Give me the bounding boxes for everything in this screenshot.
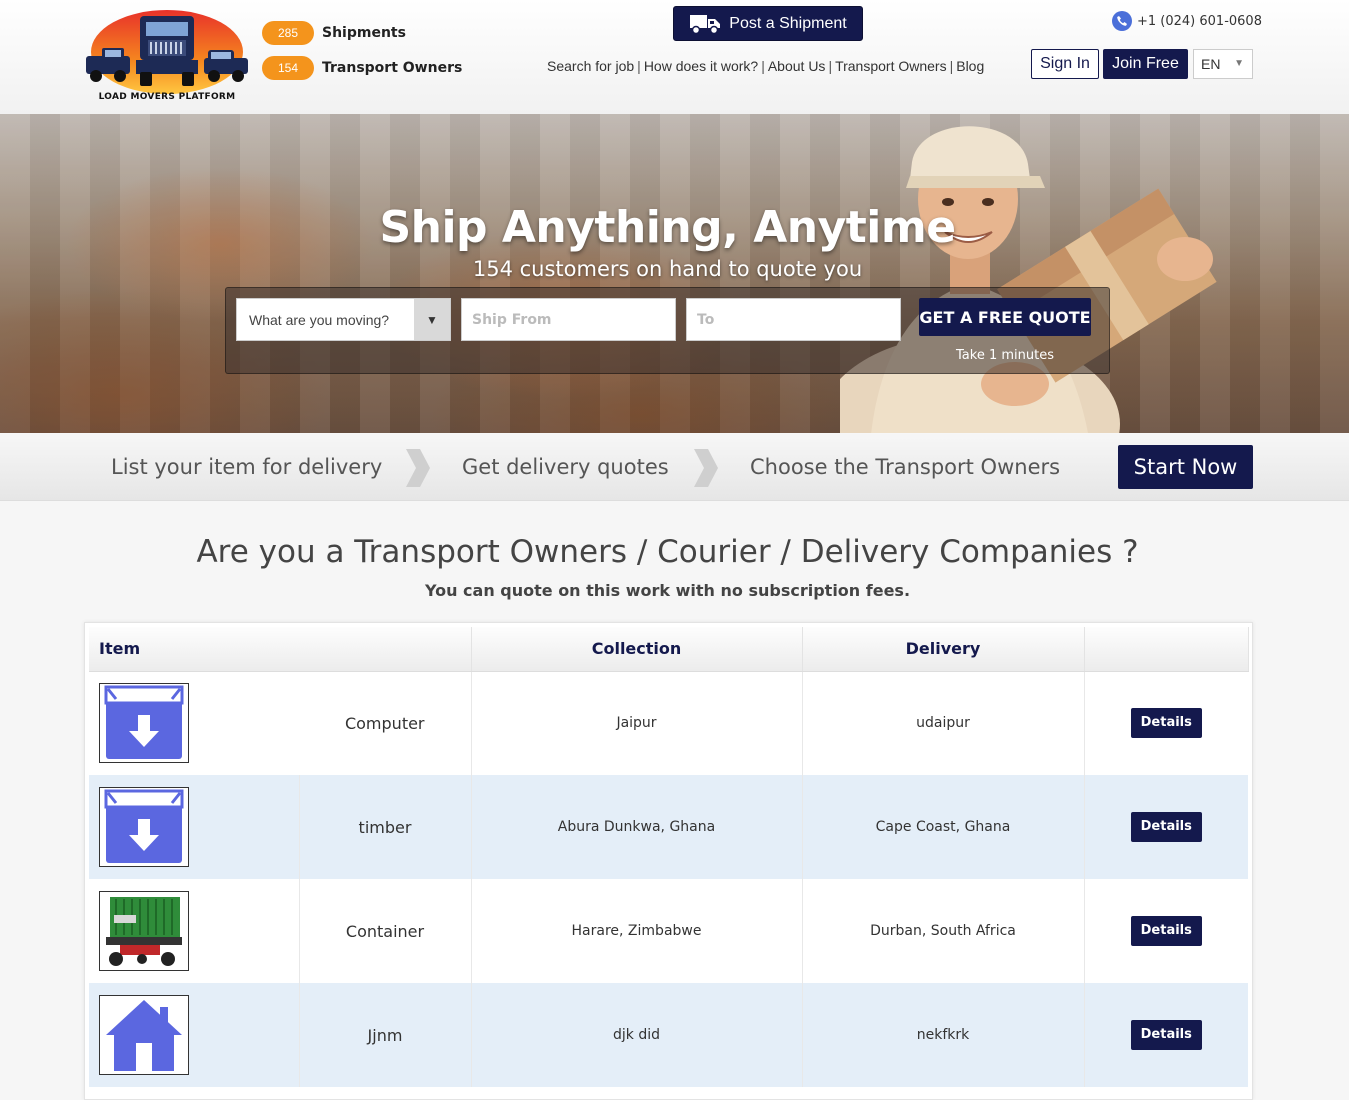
dropdown-arrow-icon: ▼ [414,299,450,340]
transport-owners-count-badge: 154 [262,56,314,80]
details-button[interactable]: Details [1130,812,1202,842]
nav-separator: | [761,58,765,74]
quote-time-note: Take 1 minutes [956,348,1054,363]
delivery-location: Durban, South Africa [802,879,1085,983]
table-header-row: Item Collection Delivery [89,627,1249,672]
box-download-icon [99,683,189,764]
column-header-actions [1084,627,1249,672]
post-shipment-label: Post a Shipment [729,14,847,32]
nav-search-for-job[interactable]: Search for job [547,58,634,74]
main-nav: Search for job | How does it work? | About… [547,58,984,74]
chevron-right-icon [406,449,430,487]
delivery-truck-icon [690,14,721,34]
caret-down-icon: ▼ [1234,58,1244,69]
column-header-delivery: Delivery [802,627,1085,672]
language-value: EN [1201,56,1221,72]
details-button[interactable]: Details [1130,708,1202,739]
transport-owners-label: Transport Owners [322,60,463,76]
step-choose-owners: Choose the Transport Owners [750,455,1061,479]
container-truck-icon [99,891,189,971]
chevron-right-icon [694,449,718,487]
start-now-button[interactable]: Start Now [1118,445,1253,489]
action-cell: Details [1084,879,1248,983]
item-type-select[interactable]: What are you moving? ▼ [236,298,451,341]
item-name: Computer [299,671,472,775]
collection-location: Harare, Zimbabwe [471,879,803,983]
step-list-item: List your item for delivery [111,455,383,479]
shipments-count-badge: 285 [262,21,314,45]
details-button[interactable]: Details [1130,916,1202,946]
table-row[interactable]: timber Abura Dunkwa, Ghana Cape Coast, G… [89,775,1248,879]
delivery-location: udaipur [802,671,1085,775]
logo-text: LOAD MOVERS PLATFORM [98,92,236,102]
hero-title: Ship Anything, Anytime [379,202,956,253]
logo[interactable]: LOAD MOVERS PLATFORM [82,6,252,106]
hero-subtitle: 154 customers on hand to quote you [472,257,863,281]
column-header-collection: Collection [471,627,803,672]
house-icon [99,995,189,1075]
phone-contact[interactable]: +1 (024) 601-0608 [1112,11,1262,31]
nav-transport-owners[interactable]: Transport Owners [835,58,947,74]
hero-banner: Ship Anything, Anytime 154 customers on … [0,114,1349,433]
transport-owners-stat: 154 Transport Owners [262,55,462,81]
nav-separator: | [949,58,954,74]
nav-how-it-works[interactable]: How does it work? [644,58,758,74]
sign-in-button[interactable]: Sign In [1031,49,1099,79]
item-name: timber [299,775,472,879]
join-free-button[interactable]: Join Free [1103,49,1188,79]
phone-icon [1112,11,1132,31]
nav-about-us[interactable]: About Us [768,58,826,74]
language-select[interactable]: EN ▼ [1193,49,1253,79]
action-cell: Details [1084,983,1248,1087]
shipments-table: Item Collection Delivery Computer Jaipur… [84,622,1253,1100]
collection-location: Jaipur [471,671,803,775]
ship-from-input[interactable] [461,298,676,341]
action-cell: Details [1084,671,1248,775]
shipments-stat: 285 Shipments [262,20,406,46]
item-image-cell [89,775,300,879]
item-name: Jjnm [299,983,472,1087]
phone-number: +1 (024) 601-0608 [1137,13,1262,29]
box-download-icon [99,787,189,867]
table-row[interactable]: Jjnm djk did nekfkrk Details [89,983,1248,1087]
shipments-label: Shipments [322,25,406,41]
section-subtitle: You can quote on this work with no subsc… [424,581,911,600]
item-image-cell [89,671,299,775]
column-header-item: Item [89,627,472,672]
delivery-location: Cape Coast, Ghana [802,775,1085,879]
table-row[interactable]: Computer Jaipur udaipur Details [89,671,1248,775]
site-header: LOAD MOVERS PLATFORM 285 Shipments 154 T… [0,0,1349,114]
collection-location: Abura Dunkwa, Ghana [471,775,803,879]
nav-separator: | [637,58,641,74]
get-free-quote-button[interactable]: GET A FREE QUOTE [919,298,1091,336]
post-shipment-button[interactable]: Post a Shipment [673,6,863,41]
table-row[interactable]: Container Harare, Zimbabwe Durban, South… [89,879,1248,983]
item-image-cell [89,879,300,983]
quote-form: What are you moving? ▼ GET A FREE QUOTE … [225,287,1110,374]
truck-logo-icon [86,10,248,94]
details-button[interactable]: Details [1130,1020,1202,1050]
collection-location: djk did [471,983,803,1087]
ship-to-input[interactable] [686,298,901,341]
action-cell: Details [1084,775,1248,879]
step-get-quotes: Get delivery quotes [462,455,669,479]
delivery-location: nekfkrk [802,983,1085,1087]
nav-blog[interactable]: Blog [956,58,984,74]
item-image-cell [89,983,300,1087]
item-name: Container [299,879,472,983]
steps-bar: List your item for delivery Get delivery… [0,433,1349,501]
item-type-placeholder: What are you moving? [249,311,390,328]
section-title: Are you a Transport Owners / Courier / D… [196,534,1139,570]
nav-separator: | [828,58,833,74]
